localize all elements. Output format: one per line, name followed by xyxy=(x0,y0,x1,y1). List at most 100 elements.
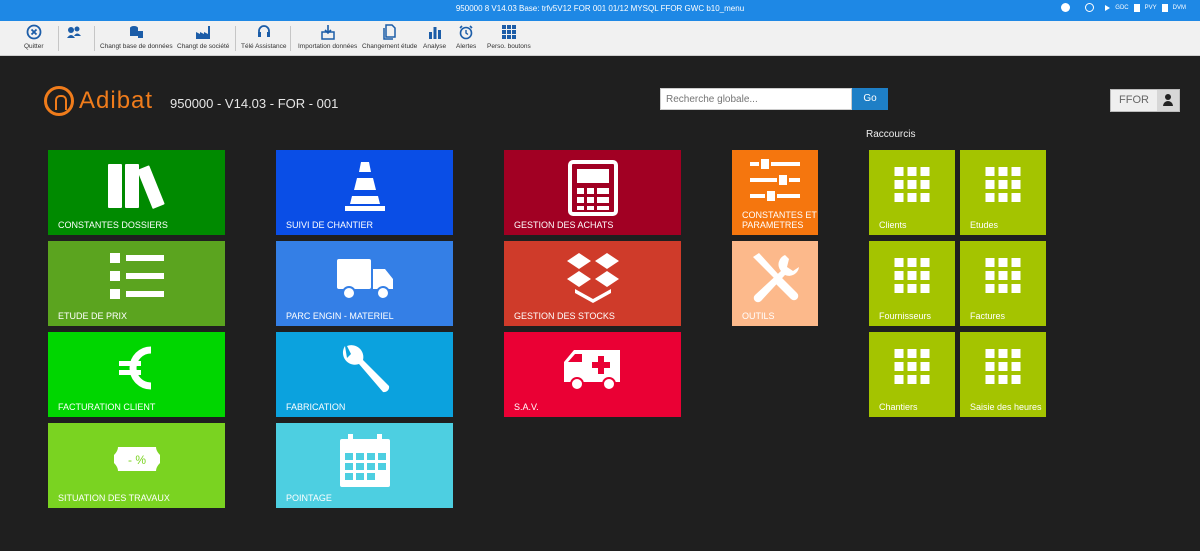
alarm-clock-icon xyxy=(459,25,473,40)
alerts-button[interactable]: Alertes xyxy=(456,23,476,54)
change-company-button[interactable]: Changt de société xyxy=(177,23,229,54)
import-data-label: Importation données xyxy=(298,43,358,50)
remote-assistance-label: Télé Assistance xyxy=(241,43,287,50)
tile-gestion-des-stocks[interactable]: GESTION DES STOCKS xyxy=(504,241,681,326)
change-company-label: Changt de société xyxy=(177,43,230,50)
tile-label: ETUDE DE PRIX xyxy=(58,311,128,321)
title-bar: 950000 8 V14.03 Base: trfv5V12 FOR 001 0… xyxy=(0,0,1200,21)
tile-label: GESTION DES ACHATS xyxy=(514,220,614,230)
tile-outils[interactable]: OUTILS xyxy=(732,241,818,326)
shortcut-chantiers[interactable]: Chantiers xyxy=(869,332,955,417)
headset-icon xyxy=(257,25,270,37)
books-icon xyxy=(107,164,165,209)
window-title: 950000 8 V14.03 Base: trfv5V12 FOR 001 0… xyxy=(455,4,745,13)
wrench-icon xyxy=(342,345,389,393)
tile-parc-engin-materiel[interactable]: PARC ENGIN - MATERIEL xyxy=(276,241,453,326)
tile-sav[interactable]: S.A.V. xyxy=(504,332,681,417)
grid-icon xyxy=(501,25,516,39)
tile-constantes-et-parametres[interactable]: CONSTANTES ET PARAMETRES xyxy=(732,150,818,235)
tile-facturation-client[interactable]: FACTURATION CLIENT xyxy=(48,332,225,417)
titlebar-right: GDC PVY DVM xyxy=(1061,3,1186,12)
users-icon xyxy=(67,26,81,38)
database-icon xyxy=(130,26,144,38)
shortcut-fournisseurs[interactable]: Fournisseurs xyxy=(869,241,955,326)
analysis-label: Analyse xyxy=(423,43,447,50)
change-study-button[interactable]: Changement étude xyxy=(362,23,417,54)
quit-button[interactable]: Quitter xyxy=(24,23,44,54)
tile-constantes-dossiers[interactable]: CONSTANTES DOSSIERS xyxy=(48,150,225,235)
grid-icon xyxy=(985,258,1021,293)
tile-etude-de-prix[interactable]: ETUDE DE PRIX xyxy=(48,241,225,326)
toolbar-separator xyxy=(290,26,291,51)
custom-buttons-button[interactable]: Perso. boutons xyxy=(487,23,531,54)
calendar-icon xyxy=(339,434,390,487)
ambulance-icon xyxy=(563,350,620,391)
factory-icon xyxy=(196,26,211,39)
shortcut-label: Factures xyxy=(970,311,1006,321)
tile-label: CONSTANTES DOSSIERS xyxy=(58,220,168,230)
page-subtitle: 950000 - V14.03 - FOR - 001 xyxy=(170,96,339,111)
tile-label: SITUATION DES TRAVAUX xyxy=(58,493,170,503)
change-database-button[interactable]: Changt base de données xyxy=(100,23,173,54)
grid-icon xyxy=(985,349,1021,384)
truck-icon xyxy=(336,259,393,300)
tile-label: FABRICATION xyxy=(286,402,346,412)
tile-fabrication[interactable]: FABRICATION xyxy=(276,332,453,417)
titlebar-item-dvm[interactable]: DVM xyxy=(1173,5,1186,11)
sliders-icon xyxy=(750,158,800,203)
titlebar-item-pvy[interactable]: PVY xyxy=(1145,5,1157,11)
shortcut-saisie-des-heures[interactable]: Saisie des heures xyxy=(960,332,1046,417)
tile-label: FACTURATION CLIENT xyxy=(58,402,156,412)
shortcut-clients[interactable]: Clients xyxy=(869,150,955,235)
tile-label: SUIVI DE CHANTIER xyxy=(286,220,374,230)
shortcut-label: Saisie des heures xyxy=(970,402,1042,412)
global-search-input[interactable] xyxy=(660,88,852,110)
alerts-label: Alertes xyxy=(456,43,477,50)
grid-icon xyxy=(894,258,930,293)
tools-icon xyxy=(753,253,799,303)
close-circle-icon xyxy=(26,24,42,40)
tile-situation-des-travaux[interactable]: - % SITUATION DES TRAVAUX xyxy=(48,423,225,508)
user-icon xyxy=(1157,90,1179,111)
users-button[interactable] xyxy=(66,23,82,54)
analysis-button[interactable]: Analyse xyxy=(423,23,446,54)
toolbar: Quitter Changt base de données Changt de… xyxy=(0,21,1200,56)
tile-label: PARC ENGIN - MATERIEL xyxy=(286,311,394,321)
custom-buttons-label: Perso. boutons xyxy=(487,43,531,50)
toolbar-separator xyxy=(94,26,95,51)
files-icon xyxy=(382,24,396,40)
user-name: FFOR xyxy=(1119,94,1149,106)
tile-label: GESTION DES STOCKS xyxy=(514,311,615,321)
go-button[interactable]: Go xyxy=(852,88,888,110)
shortcut-factures[interactable]: Factures xyxy=(960,241,1046,326)
shortcuts-title: Raccourcis xyxy=(866,129,916,140)
tile-suivi-de-chantier[interactable]: SUIVI DE CHANTIER xyxy=(276,150,453,235)
tile-pointage[interactable]: POINTAGE xyxy=(276,423,453,508)
import-icon xyxy=(320,25,335,40)
euro-icon xyxy=(118,346,151,390)
grid-icon xyxy=(894,349,930,384)
remote-assistance-button[interactable]: Télé Assistance xyxy=(241,23,287,54)
import-data-button[interactable]: Importation données xyxy=(298,23,357,54)
toolbar-separator xyxy=(235,26,236,51)
user-menu[interactable]: FFOR xyxy=(1110,89,1180,112)
shortcut-etudes[interactable]: Etudes xyxy=(960,150,1046,235)
bar-chart-icon xyxy=(428,27,441,39)
change-study-label: Changement étude xyxy=(362,43,418,50)
list-icon xyxy=(109,253,164,299)
play-icon[interactable] xyxy=(1105,4,1111,11)
tile-gestion-des-achats[interactable]: GESTION DES ACHATS xyxy=(504,150,681,235)
info-icon[interactable] xyxy=(1061,3,1071,12)
titlebar-item-gdc[interactable]: GDC xyxy=(1115,5,1128,11)
grid-icon xyxy=(985,167,1021,202)
quit-label: Quitter xyxy=(24,43,44,50)
tile-label: POINTAGE xyxy=(286,493,332,503)
calculator-icon xyxy=(567,160,618,216)
tile-label: CONSTANTES ET PARAMETRES xyxy=(742,210,817,230)
toolbar-separator xyxy=(58,26,59,51)
change-database-label: Changt base de données xyxy=(100,43,173,50)
tile-label: OUTILS xyxy=(742,311,775,321)
adibat-logo: Adibat xyxy=(44,86,153,116)
grid-icon xyxy=(894,167,930,202)
globe-icon[interactable] xyxy=(1085,3,1095,12)
